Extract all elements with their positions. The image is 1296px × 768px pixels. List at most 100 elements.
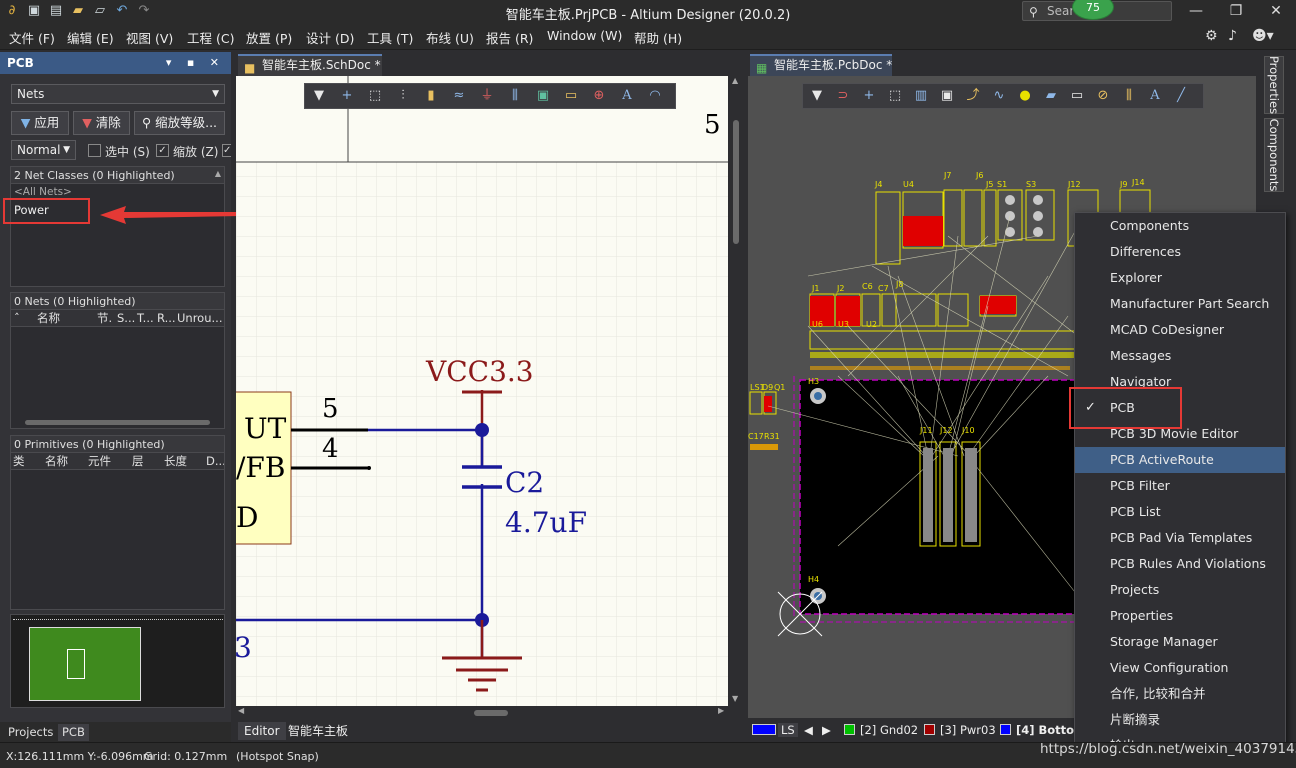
power-port-icon[interactable]: ⏚ [477, 87, 497, 105]
net-label-vcc[interactable]: VCC3.3 [426, 355, 534, 388]
arc-icon[interactable]: ◠ [645, 87, 665, 105]
scroll-up-icon[interactable]: ▲ [215, 169, 221, 178]
menu-item-view-configuration[interactable]: View Configuration [1075, 655, 1285, 681]
menu-route[interactable]: 布线 (U) [426, 28, 474, 47]
tab-sheet[interactable]: 智能车主板 [282, 722, 354, 740]
layer-nav-left-icon[interactable]: ◀ [804, 723, 813, 737]
keepout-icon[interactable]: ⊘ [1093, 87, 1113, 105]
directive-icon[interactable]: ⊕ [589, 87, 609, 105]
menu-item-storage-manager[interactable]: Storage Manager [1075, 629, 1285, 655]
menu-place[interactable]: 放置 (P) [246, 28, 292, 47]
menu-item-mcad-codesigner[interactable]: MCAD CoDesigner [1075, 317, 1285, 343]
tab-components[interactable]: Components [1264, 118, 1284, 192]
menu-reports[interactable]: 报告 (R) [486, 28, 533, 47]
tab-projects[interactable]: Projects [4, 724, 57, 741]
column-t[interactable]: T... [137, 310, 154, 326]
menu-item-components[interactable]: Components [1075, 213, 1285, 239]
port-icon[interactable]: ▭ [561, 87, 581, 105]
mode-select[interactable]: Nets ▼ [11, 84, 225, 104]
diff-pair-icon[interactable]: ∿ [989, 87, 1009, 105]
horizontal-scrollbar[interactable] [25, 420, 210, 425]
scroll-thumb[interactable] [474, 710, 508, 716]
text-icon[interactable]: A [617, 87, 637, 105]
panel-pin-controls[interactable]: ▾ ▪ ✕ [166, 52, 225, 74]
sort-icon[interactable]: ˆ [14, 310, 20, 326]
menu-item-differences[interactable]: Differences [1075, 239, 1285, 265]
layer-tab-pwr03[interactable]: [3] Pwr03 [940, 723, 996, 737]
clear-button[interactable]: ▼ 清除 [73, 111, 130, 135]
notification-bell-icon[interactable]: ♪ [1228, 28, 1237, 44]
cap-designator[interactable]: C2 [505, 466, 544, 499]
layer-tab-ls[interactable]: LS [778, 723, 798, 737]
tab-pcb-doc[interactable]: ▦ 智能车主板.PcbDoc * [750, 54, 892, 76]
zoom-checkbox[interactable]: ✓ [156, 144, 169, 157]
menu-view[interactable]: 视图 (V) [126, 28, 173, 47]
line-icon[interactable]: ╱ [1171, 87, 1191, 105]
menu-item-properties[interactable]: Properties [1075, 603, 1285, 629]
scroll-down-icon[interactable]: ▼ [732, 694, 738, 703]
menu-window[interactable]: Window (W) [547, 28, 622, 43]
column-name[interactable]: 名称 [45, 453, 68, 469]
tab-pcb[interactable]: PCB [58, 724, 89, 741]
schematic-canvas[interactable]: 5 VCC3.3 C2 4.7uF 5 4 UT /FB D 3 ▼ + ⬚ ⫶… [236, 76, 728, 706]
column-layer[interactable]: 层 [132, 453, 144, 469]
column-nodes[interactable]: 节. [97, 310, 112, 326]
polygon-icon[interactable]: ▰ [1041, 87, 1061, 105]
region-icon[interactable]: ▭ [1067, 87, 1087, 105]
minimize-button[interactable]: — [1176, 0, 1216, 24]
menu-item[interactable]: 片断摘录 [1075, 707, 1285, 733]
bus-icon[interactable]: ⫼ [505, 87, 525, 105]
column-s[interactable]: S... [117, 310, 135, 326]
scroll-up-icon[interactable]: ▲ [732, 76, 738, 85]
component-icon[interactable]: ▣ [937, 87, 957, 105]
pad-icon[interactable]: ● [1015, 87, 1035, 105]
column-unrouted[interactable]: Unrou... [177, 310, 222, 326]
layer-nav-right-icon[interactable]: ▶ [822, 723, 831, 737]
menu-item[interactable]: 合作, 比较和合并 [1075, 681, 1285, 707]
crosshair-icon[interactable]: + [337, 87, 357, 105]
menu-edit[interactable]: 编辑 (E) [67, 28, 114, 47]
cap-value[interactable]: 4.7uF [505, 506, 587, 539]
menu-item-manufacturer-part-search[interactable]: Manufacturer Part Search [1075, 291, 1285, 317]
tab-schematic-doc[interactable]: ■ 智能车主板.SchDoc * [238, 54, 382, 76]
tab-editor[interactable]: Editor [238, 722, 286, 740]
zoom-level-button[interactable]: ⚲ 缩放等级... [134, 111, 225, 135]
menu-project[interactable]: 工程 (C) [187, 28, 234, 47]
menu-item-explorer[interactable]: Explorer [1075, 265, 1285, 291]
text-icon[interactable]: A [1145, 87, 1165, 105]
menu-file[interactable]: 文件 (F) [9, 28, 55, 47]
component-icon[interactable]: ▮ [421, 87, 441, 105]
menu-item-projects[interactable]: Projects [1075, 577, 1285, 603]
align-icon[interactable]: ⫶ [393, 87, 413, 105]
clear-existing-checkbox[interactable]: ✓ [222, 144, 231, 157]
scroll-left-icon[interactable]: ◀ [238, 706, 244, 715]
interactive-route-icon[interactable]: ⤴ [963, 87, 983, 105]
menu-item-messages[interactable]: Messages [1075, 343, 1285, 369]
column-name[interactable]: 名称 [37, 310, 60, 326]
column-r[interactable]: R... [157, 310, 176, 326]
user-account-icon[interactable]: ☻▾ [1252, 28, 1274, 44]
highlight-mode-select[interactable]: Normal ▼ [11, 140, 76, 160]
menu-item-pcb-pad-via-templates[interactable]: PCB Pad Via Templates [1075, 525, 1285, 551]
menu-tools[interactable]: 工具 (T) [367, 28, 413, 47]
dimension-icon[interactable]: ⫼ [1119, 87, 1139, 105]
filter-icon[interactable]: ▼ [309, 87, 329, 105]
column-length[interactable]: 长度 [164, 453, 187, 469]
column-component[interactable]: 元件 [88, 453, 111, 469]
menu-item-pcb-activeroute[interactable]: PCB ActiveRoute [1075, 447, 1285, 473]
menu-help[interactable]: 帮助 (H) [634, 28, 682, 47]
crosshair-icon[interactable]: + [859, 87, 879, 105]
menu-item-pcb-filter[interactable]: PCB Filter [1075, 473, 1285, 499]
column-type[interactable]: 类 [13, 453, 25, 469]
restore-button[interactable]: ❐ [1216, 0, 1256, 24]
column-d[interactable]: D... [206, 453, 224, 469]
list-item[interactable]: <All Nets> [14, 186, 72, 198]
bar-graph-icon[interactable]: ▥ [911, 87, 931, 105]
select-checkbox[interactable] [88, 144, 101, 157]
select-rect-icon[interactable]: ⬚ [365, 87, 385, 105]
route-icon[interactable]: ⊃ [833, 87, 853, 105]
sheet-symbol-icon[interactable]: ▣ [533, 87, 553, 105]
schematic-horizontal-scrollbar[interactable]: ◀ ▶ [236, 706, 728, 720]
schematic-vertical-scrollbar[interactable]: ▲ ▼ [728, 76, 744, 706]
settings-gear-icon[interactable]: ⚙ [1205, 28, 1218, 44]
